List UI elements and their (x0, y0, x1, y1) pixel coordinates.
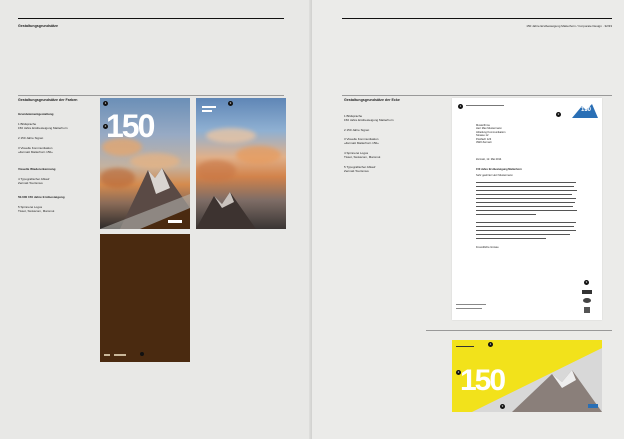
ticket: 150 1 2 3 (452, 340, 602, 412)
body-line (476, 186, 574, 188)
item-1-sub: 150 Jahre Erstbesteigung Matterhorn (344, 118, 394, 122)
item-1: 1 Bildsprache 150 Jahre Erstbesteigung M… (18, 122, 98, 130)
item-2-label: 2 150 Jahre Signet (344, 128, 370, 132)
sponsor-logo (584, 307, 590, 313)
marker-1: 1 (103, 101, 108, 106)
logo-mark (168, 220, 182, 223)
ticket-header-line (456, 346, 474, 347)
mountain-shape (196, 192, 256, 229)
body-line (476, 206, 573, 208)
body-line (476, 238, 546, 240)
marker-1: 1 (458, 104, 463, 109)
marker-2: 2 (103, 124, 108, 129)
logo-mark (104, 354, 110, 356)
footer-line (456, 308, 482, 309)
marker-2: 2 (456, 370, 461, 375)
letter-header-line (466, 105, 504, 106)
marker-3: 3 (500, 404, 505, 409)
recipient-line: 3920 Zermatt (476, 141, 492, 145)
body-line (476, 230, 576, 232)
section-rule (18, 95, 284, 96)
recipient-block: Musterfirma Herr Max Mustermann Abteilun… (476, 124, 536, 144)
letter-salutation: Sehr geehrter Herr Mustermann (476, 174, 513, 177)
body-line (476, 194, 572, 196)
marker-2: 2 (556, 112, 561, 117)
item-4-sub: Tissot, Swisscom, Mammut (344, 155, 381, 159)
item-1: 1 Bildsprache 150 Jahre Erstbesteigung M… (344, 114, 424, 122)
body-line (476, 182, 576, 184)
svg-text:150: 150 (581, 107, 592, 113)
letter-subject: 150 Jahre Erstbesteigung Matterhorn (476, 168, 522, 171)
left-page: Gestaltungsgrundsätze Gestaltungsgrundsä… (0, 0, 312, 439)
logo-150-icon: 150 (572, 104, 598, 118)
marker-1: 1 (488, 342, 493, 347)
footer-line (456, 304, 486, 305)
page-header-title: Gestaltungsgrundsätze (18, 24, 58, 28)
marker-3: 3 (584, 280, 589, 285)
subsection-title: Grundelementgestaltung (18, 112, 54, 116)
poster-number: 150 (106, 108, 155, 144)
item-4: 4 Spinnerei Logos Tissot, Swisscom, Mamm… (344, 151, 424, 159)
section-title: Gestaltungsgrundsätze der Farben (18, 98, 78, 102)
item-3: 3 Visuelle Kommunikation »Zermatt Matter… (18, 146, 98, 154)
group-item-1: 4 Typografischer Ablauf Zermatt Tourismu… (18, 177, 98, 185)
poster-sky: 3 (196, 98, 286, 229)
logo-150-icon (588, 404, 598, 408)
body-line (476, 202, 575, 204)
right-page: 150 Jahre Erstbesteigung Matterhorn / Co… (312, 0, 624, 439)
letter-closing: Freundliche Grüsse (476, 246, 499, 249)
section-title: Gestaltungsgrundsätze der Ecke (344, 98, 400, 102)
poster-tagline-2 (202, 110, 212, 112)
header-rule (18, 18, 284, 19)
body-line (476, 222, 576, 224)
letterhead: 1 150 2 Musterfirma Herr Max Mustermann … (452, 98, 602, 320)
poster-tagline (202, 106, 216, 108)
item-5: 5 Typografischer Ablauf Zermatt Tourismu… (344, 165, 424, 173)
body-line (476, 234, 570, 236)
body-line (476, 198, 576, 200)
divider (426, 330, 612, 331)
group-title: Visuelle Wiedererkennung (18, 167, 56, 171)
item-3: 3 Visuelle Kommunikation »Zermatt Matter… (344, 137, 424, 145)
logo-mark (114, 354, 126, 356)
poster-brown (100, 234, 190, 362)
ticket-number: 150 (460, 364, 506, 397)
item-5-sub: Zermatt Tourismus (344, 169, 369, 173)
poster-150: 150 1 2 (100, 98, 190, 229)
sponsor-logo (582, 290, 592, 294)
item-2-label: 2 150 Jahre Signet (18, 136, 44, 140)
group-item-2-sub: Tissot, Swisscom, Mammut (18, 209, 55, 213)
group-item-1-sub: Zermatt Tourismus (18, 181, 43, 185)
item-2: 2 150 Jahre Signet (18, 136, 98, 140)
item-3-sub: »Zermatt Matterhorn 150« (18, 150, 53, 154)
header-rule (342, 18, 612, 19)
item-2: 2 150 Jahre Signet (344, 128, 424, 132)
note-text: 50.000 150 Jahre Erstbesteigung (18, 195, 65, 199)
item-3-sub: »Zermatt Matterhorn 150« (344, 141, 379, 145)
body-line (476, 190, 577, 192)
marker-4 (140, 352, 144, 356)
page-header-title: 150 Jahre Erstbesteigung Matterhorn / Co… (526, 24, 612, 28)
item-1-sub: 150 Jahre Erstbesteigung Matterhorn (18, 126, 68, 130)
section-rule (342, 95, 612, 96)
letter-date: Zermatt, 12. Mai 2014 (476, 158, 502, 161)
marker-3: 3 (228, 101, 233, 106)
group-item-2: 5 Spinnerei Logos Tissot, Swisscom, Mamm… (18, 205, 98, 213)
body-line (476, 214, 536, 216)
sponsor-logo (583, 298, 591, 303)
body-line (476, 226, 574, 228)
body-line (476, 210, 577, 212)
